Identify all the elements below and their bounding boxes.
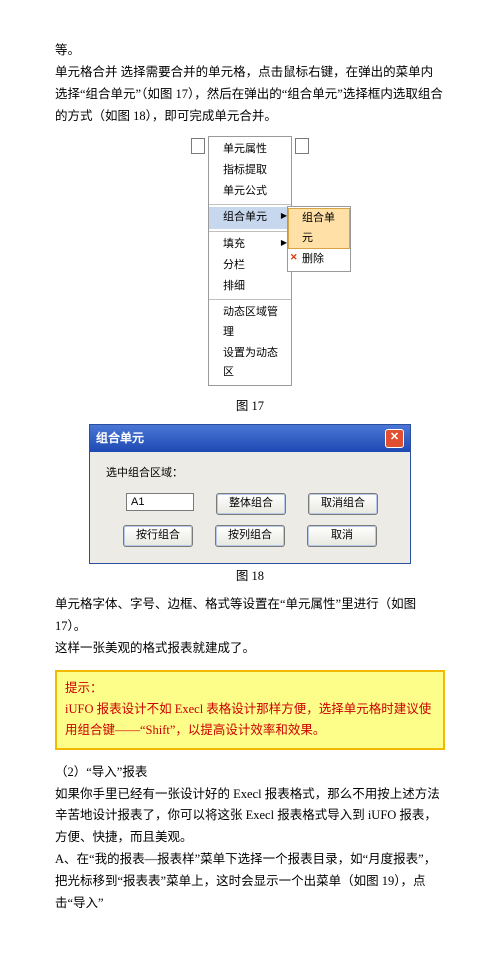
menu-separator	[209, 204, 291, 205]
row-combine-button[interactable]: 按行组合	[123, 525, 193, 547]
cell-input[interactable]: A1	[126, 493, 194, 511]
body-text: 如果你手里已经有一张设计好的 Execl 报表格式，那么不用按上述方法辛苦地设计…	[55, 784, 445, 850]
figure-caption: 图 18	[55, 566, 445, 588]
dialog-label: 选中组合区域：	[106, 464, 394, 483]
submenu-arrow-icon: ▶	[281, 236, 287, 250]
submenu-item-combine[interactable]: 组合单元	[288, 208, 350, 249]
close-button[interactable]: ✕	[385, 429, 404, 448]
combine-dialog: 组合单元 ✕ 选中组合区域： A1 整体组合 取消组合 按行组合 按列组合 取消	[89, 424, 411, 564]
section-title: （2）“导入”报表	[55, 762, 445, 784]
menu-separator	[209, 231, 291, 232]
context-menu: 单元属性 指标提取 单元公式 组合单元 ▶ 组合单元 ✕ 删除	[208, 136, 292, 387]
col-combine-button[interactable]: 按列组合	[215, 525, 285, 547]
menu-item-combine[interactable]: 组合单元 ▶ 组合单元 ✕ 删除	[209, 207, 291, 228]
cell-fragment	[191, 138, 205, 154]
tip-box: 提示： iUFO 报表设计不如 Execl 表格设计那样方便，选择单元格时建议使…	[55, 670, 445, 750]
figure-17: 单元属性 指标提取 单元公式 组合单元 ▶ 组合单元 ✕ 删除	[55, 128, 445, 419]
submenu-label: 删除	[302, 253, 324, 265]
menu-label: 组合单元	[223, 211, 267, 223]
delete-icon: ✕	[290, 250, 298, 266]
body-text: 等。	[55, 40, 445, 62]
menu-item[interactable]: 设置为动态区	[209, 343, 291, 384]
menu-label: 填充	[223, 238, 245, 250]
dialog-title: 组合单元	[96, 428, 144, 449]
submenu-item-delete[interactable]: ✕ 删除	[288, 249, 350, 270]
menu-item[interactable]: 单元属性	[209, 139, 291, 160]
cancel-combine-button[interactable]: 取消组合	[308, 493, 378, 515]
body-text: 单元格字体、字号、边框、格式等设置在“单元属性”里进行（如图 17）。	[55, 594, 445, 638]
tip-body: iUFO 报表设计不如 Execl 表格设计那样方便，选择单元格时建议使用组合键…	[65, 702, 431, 737]
cancel-button[interactable]: 取消	[307, 525, 377, 547]
body-text: A、在“我的报表—报表样”菜单下选择一个报表目录，如“月度报表”，把光标移到“报…	[55, 849, 445, 915]
cell-fragment	[295, 138, 309, 154]
menu-item[interactable]: 动态区域管理	[209, 302, 291, 343]
menu-item[interactable]: 单元公式	[209, 181, 291, 202]
dialog-titlebar: 组合单元 ✕	[90, 425, 410, 452]
submenu: 组合单元 ✕ 删除	[287, 206, 351, 272]
menu-separator	[209, 299, 291, 300]
menu-item[interactable]: 指标提取	[209, 160, 291, 181]
tip-heading: 提示：	[65, 681, 103, 695]
figure-caption: 图 17	[55, 396, 445, 418]
menu-item[interactable]: 填充 ▶	[209, 234, 291, 255]
whole-combine-button[interactable]: 整体组合	[216, 493, 286, 515]
menu-item[interactable]: 排细	[209, 276, 291, 297]
body-text: 单元格合并 选择需要合并的单元格，点击鼠标右键，在弹出的菜单内选择“组合单元”（…	[55, 62, 445, 128]
menu-item[interactable]: 分栏	[209, 255, 291, 276]
body-text: 这样一张美观的格式报表就建成了。	[55, 638, 445, 660]
